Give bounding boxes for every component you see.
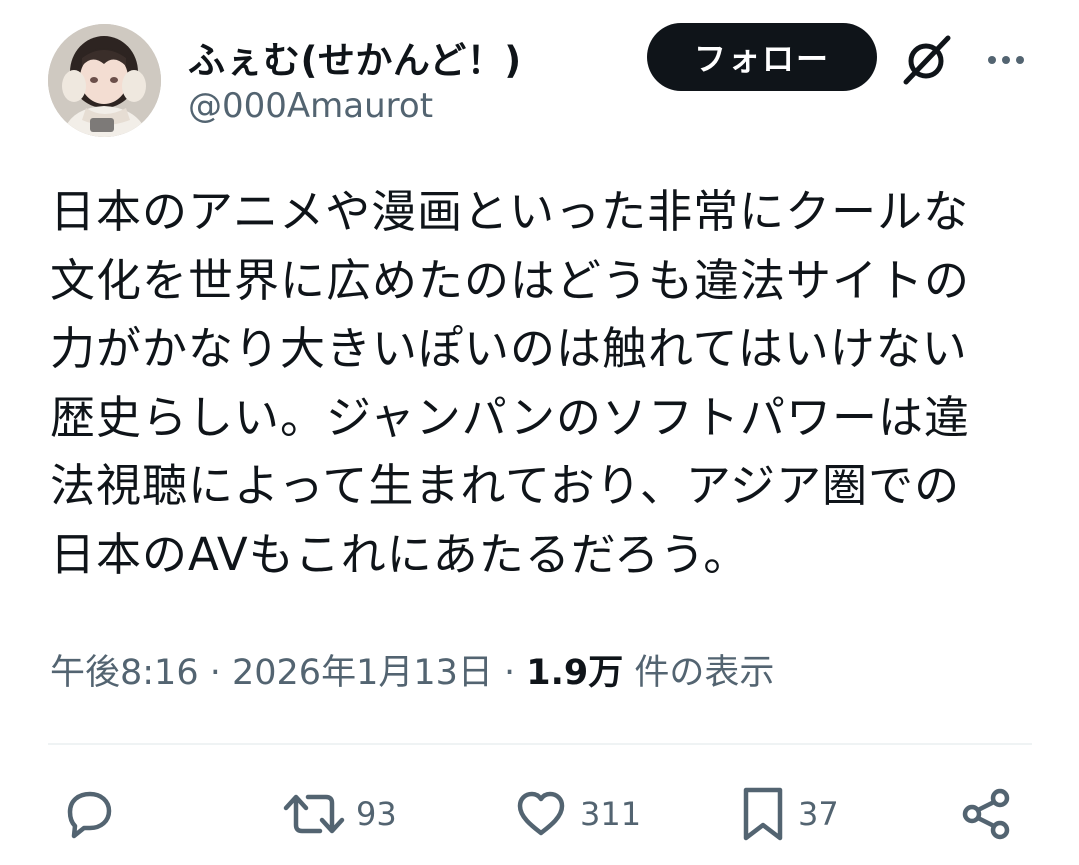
share-icon	[962, 788, 1010, 840]
bookmark-count: 37	[798, 795, 839, 833]
reply-icon	[67, 791, 112, 839]
tweet-line: 日本のAVもこれにあたるだろう。	[50, 527, 750, 581]
retweet-button[interactable]: 93	[282, 782, 397, 846]
more-dots-icon[interactable]	[982, 40, 1030, 80]
follow-button[interactable]: フォロー	[647, 23, 877, 91]
tweet-line: 文化を世界に広めたのはどうも違法サイトの	[50, 253, 971, 307]
like-button[interactable]: 311	[512, 782, 641, 846]
meta-separator: ·	[492, 653, 527, 693]
heart-icon	[517, 791, 565, 836]
grok-icon[interactable]	[898, 30, 958, 90]
bookmark-button[interactable]: 37	[738, 782, 839, 846]
reply-button[interactable]	[60, 782, 118, 846]
display-name[interactable]: ふぇむ(せかんど！)	[188, 30, 522, 84]
handle[interactable]: @000Amaurot	[188, 86, 433, 126]
views-label: 件の表示	[623, 653, 775, 693]
tweet-card: ふぇむ(せかんど！) @000Amaurot フォロー 日本のアニメや漫画といっ…	[0, 0, 1079, 865]
tweet-time[interactable]: 午後8:16	[50, 653, 199, 693]
bookmark-icon	[743, 787, 783, 841]
like-count: 311	[580, 795, 642, 833]
tweet-meta: 午後8:16 · 2026年1月13日 · 1.9万 件の表示	[50, 644, 774, 695]
avatar[interactable]	[48, 24, 161, 137]
divider	[48, 743, 1032, 745]
tweet-line: 歴史らしい。ジャンパンのソフトパワーは違	[50, 390, 971, 444]
retweet-count: 93	[356, 795, 397, 833]
tweet-line: 法視聴によって生まれており、アジア圏での	[50, 459, 961, 512]
meta-separator: ·	[198, 653, 232, 693]
share-button[interactable]	[958, 782, 1016, 846]
tweet-date[interactable]: 2026年1月13日	[232, 653, 493, 693]
tweet-text: 日本のアニメや漫画といった非常にクールな 文化を世界に広めたのはどうも違法サイト…	[50, 178, 1030, 589]
retweet-icon	[283, 794, 345, 834]
tweet-line: 力がかなり大きいぽいのは触れてはいけない	[50, 322, 968, 375]
tweet-line: 日本のアニメや漫画といった非常にクールな	[50, 185, 970, 238]
views-count: 1.9万	[526, 653, 624, 693]
